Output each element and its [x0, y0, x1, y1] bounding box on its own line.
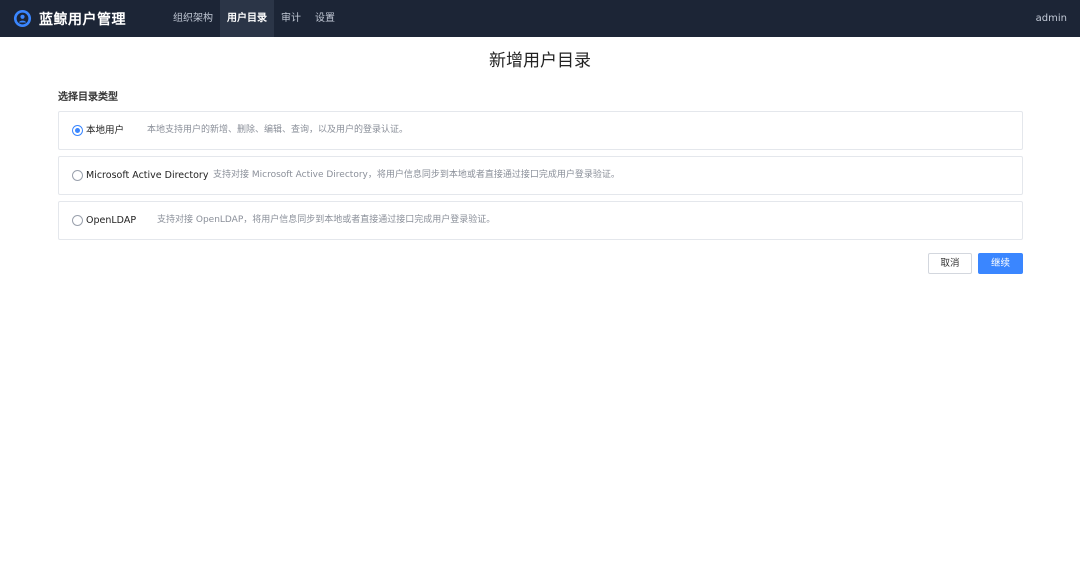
main-nav: 组织架构 用户目录 审计 设置	[166, 0, 342, 37]
option-label: 本地用户	[86, 125, 125, 136]
option-description: 本地支持用户的新增、删除、编辑、查询，以及用户的登录认证。	[147, 125, 409, 135]
nav-item-user-directory[interactable]: 用户目录	[220, 0, 274, 37]
cancel-button[interactable]: 取消	[928, 253, 972, 274]
nav-item-org-structure[interactable]: 组织架构	[166, 0, 220, 37]
user-circle-icon	[13, 9, 32, 28]
option-description: 支持对接 OpenLDAP，将用户信息同步到本地或者直接通过接口完成用户登录验证…	[157, 215, 496, 225]
brand-name: 蓝鲸用户管理	[39, 11, 126, 28]
option-local-user[interactable]: 本地用户 本地支持用户的新增、删除、编辑、查询，以及用户的登录认证。	[58, 111, 1023, 150]
top-navigation-bar: 蓝鲸用户管理 组织架构 用户目录 审计 设置 admin	[0, 0, 1080, 37]
current-user-menu[interactable]: admin	[1036, 0, 1067, 37]
option-description: 支持对接 Microsoft Active Directory，将用户信息同步到…	[213, 170, 620, 180]
option-label: Microsoft Active Directory	[86, 170, 209, 181]
option-label: OpenLDAP	[86, 215, 137, 226]
nav-item-settings[interactable]: 设置	[308, 0, 342, 37]
radio-local-user[interactable]	[72, 125, 83, 136]
page-title: 新增用户目录	[489, 51, 591, 71]
nav-item-audit[interactable]: 审计	[274, 0, 308, 37]
option-openldap[interactable]: OpenLDAP 支持对接 OpenLDAP，将用户信息同步到本地或者直接通过接…	[58, 201, 1023, 240]
continue-button[interactable]: 继续	[978, 253, 1023, 274]
radio-active-directory[interactable]	[72, 170, 83, 181]
option-active-directory[interactable]: Microsoft Active Directory 支持对接 Microsof…	[58, 156, 1023, 195]
brand[interactable]: 蓝鲸用户管理	[13, 8, 126, 29]
radio-openldap[interactable]	[72, 215, 83, 226]
directory-type-label: 选择目录类型	[58, 92, 118, 103]
